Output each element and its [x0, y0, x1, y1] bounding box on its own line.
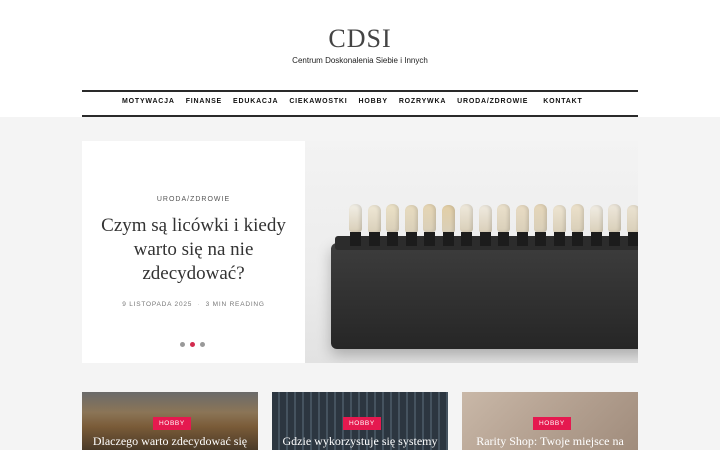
slide-card: URODA/ZDROWIE Czym są licówki i kiedy wa…	[82, 141, 305, 363]
shade-tooth	[386, 204, 399, 232]
shade-tooth-holder	[424, 232, 435, 246]
post-card[interactable]: HOBBY Rarity Shop: Twoje miejsce na	[462, 392, 638, 450]
shade-tooth	[497, 204, 510, 232]
card-title[interactable]: Gdzie wykorzystuje się systemy	[272, 434, 448, 449]
nav-item-finanse[interactable]: FINANSE	[186, 98, 222, 105]
card-title[interactable]: Dlaczego warto zdecydować się	[82, 434, 258, 449]
shade-tooth	[626, 205, 638, 233]
shade-tooth	[423, 204, 436, 232]
slide-reading-time: 3 MIN READING	[205, 301, 265, 308]
nav-item-hobby[interactable]: HOBBY	[359, 98, 388, 105]
post-card[interactable]: HOBBY Gdzie wykorzystuje się systemy	[272, 392, 448, 450]
nav-item-rozrywka[interactable]: ROZRYWKA	[399, 98, 446, 105]
card-category-badge[interactable]: HOBBY	[343, 417, 381, 430]
slide-meta: 9 LISTOPADA 2025 · 3 MIN READING	[82, 301, 305, 308]
shade-tooth	[367, 205, 381, 233]
shade-tooth-holder	[442, 232, 454, 246]
card-category-badge[interactable]: HOBBY	[153, 417, 191, 430]
slider-dot[interactable]	[200, 342, 205, 347]
shade-tooth	[478, 205, 492, 233]
post-card[interactable]: HOBBY Dlaczego warto zdecydować się	[82, 392, 258, 450]
shade-tooth-holder	[350, 232, 361, 246]
shade-tooth	[404, 205, 418, 233]
nav-item-uroda-zdrowie[interactable]: URODA/ZDROWIE	[457, 98, 528, 105]
site-logo[interactable]: CDSI	[0, 24, 720, 54]
shade-tooth	[349, 204, 362, 232]
shade-tooth-holder	[516, 232, 528, 246]
card-category-badge[interactable]: HOBBY	[533, 417, 571, 430]
shade-guide-base	[331, 243, 638, 349]
shade-tooth-holder	[387, 232, 398, 246]
nav-item-kontakt[interactable]: KONTAKT	[543, 98, 582, 105]
shade-tooth	[589, 205, 603, 233]
main-navigation: MOTYWACJA FINANSE EDUKACJA CIEKAWOSTKI H…	[82, 90, 638, 117]
nav-item-edukacja[interactable]: EDUKACJA	[233, 98, 278, 105]
card-title[interactable]: Rarity Shop: Twoje miejsce na	[462, 434, 638, 449]
slide-title[interactable]: Czym są licówki i kiedy warto się na nie…	[94, 214, 293, 286]
shade-tooth	[552, 205, 566, 233]
shade-tooth	[441, 205, 455, 233]
site-header: CDSI Centrum Doskonalenia Siebie i Innyc…	[0, 0, 720, 117]
shade-tooth	[534, 204, 547, 232]
slider-dot[interactable]	[180, 342, 185, 347]
shade-tooth	[460, 204, 473, 232]
slide-category[interactable]: URODA/ZDROWIE	[82, 196, 305, 203]
shade-tooth-holder	[572, 232, 583, 246]
shade-tooth-holder	[498, 232, 509, 246]
shade-tooth	[571, 204, 584, 232]
shade-tooth-holder	[590, 232, 602, 246]
slide-image-tooth-shade-guide[interactable]	[305, 141, 638, 363]
nav-item-ciekawostki[interactable]: CIEKAWOSTKI	[289, 98, 347, 105]
shade-tooth-holder	[553, 232, 565, 246]
post-cards: HOBBY Dlaczego warto zdecydować się HOBB…	[82, 392, 638, 450]
shade-tooth-holder	[479, 232, 491, 246]
slider-dot-active[interactable]	[190, 342, 195, 347]
shade-tooth-holder	[461, 232, 472, 246]
site-tagline: Centrum Doskonalenia Siebie i Innych	[292, 56, 428, 65]
shade-tooth	[608, 204, 621, 232]
shade-tooth-holder	[627, 232, 638, 246]
meta-separator: ·	[197, 301, 201, 308]
shade-tooth-holder	[405, 232, 417, 246]
slider-dots	[180, 342, 205, 347]
shade-tooth-holder	[368, 232, 380, 246]
featured-slider: URODA/ZDROWIE Czym są licówki i kiedy wa…	[82, 141, 638, 363]
slide-date: 9 LISTOPADA 2025	[122, 301, 193, 308]
shade-tooth-holder	[535, 232, 546, 246]
shade-tooth	[515, 205, 529, 233]
nav-item-motywacja[interactable]: MOTYWACJA	[122, 98, 175, 105]
shade-tooth-holder	[609, 232, 620, 246]
